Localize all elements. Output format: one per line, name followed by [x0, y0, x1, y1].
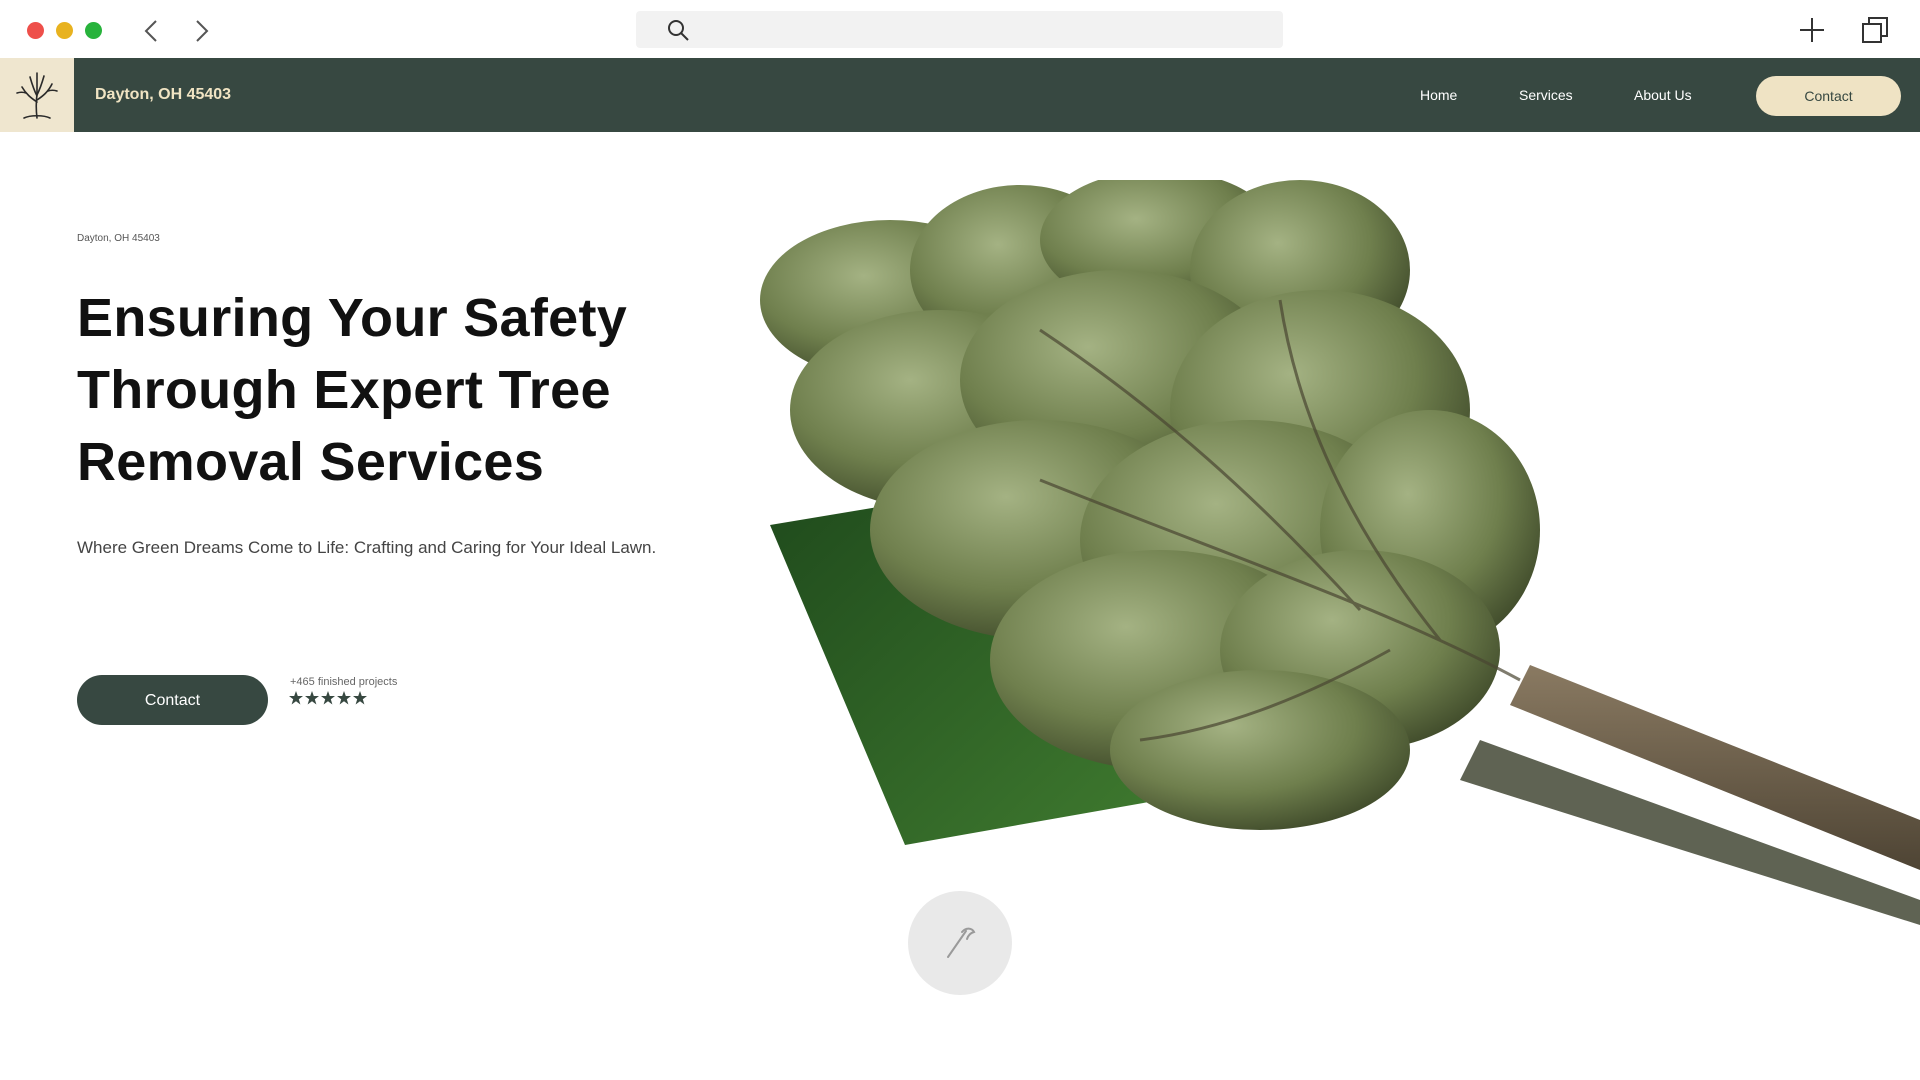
address-bar[interactable]: [636, 11, 1283, 48]
tab-overview-icon[interactable]: [1860, 15, 1890, 45]
axe-button[interactable]: [908, 891, 1012, 995]
star-icon: [337, 691, 351, 705]
site-header: Dayton, OH 45403 Home Services About Us …: [0, 58, 1920, 132]
star-icon: [353, 691, 367, 705]
hero-contact-button[interactable]: Contact: [77, 675, 268, 725]
nav-home[interactable]: Home: [1420, 58, 1457, 132]
star-icon: [289, 691, 303, 705]
tree-logo-icon: [16, 72, 58, 119]
back-arrow-icon[interactable]: [137, 16, 167, 46]
logo[interactable]: [0, 58, 74, 132]
browser-chrome: [0, 0, 1920, 58]
close-window-button[interactable]: [27, 22, 44, 39]
search-icon: [668, 20, 689, 41]
projects-count: +465 finished projects: [290, 676, 398, 688]
fallen-tree-illustration: [760, 180, 1920, 925]
maximize-window-button[interactable]: [85, 22, 102, 39]
hero-title: Ensuring Your Safety Through Expert Tree…: [77, 288, 628, 492]
axe-icon: [947, 927, 976, 958]
rating-stars: [289, 691, 367, 705]
nav-services[interactable]: Services: [1519, 58, 1573, 132]
forward-arrow-icon[interactable]: [186, 16, 216, 46]
new-tab-icon[interactable]: [1797, 15, 1827, 45]
nav-about-us[interactable]: About Us: [1634, 58, 1692, 132]
star-icon: [321, 691, 335, 705]
hero-location: Dayton, OH 45403: [77, 233, 160, 244]
minimize-window-button[interactable]: [56, 22, 73, 39]
brand-location[interactable]: Dayton, OH 45403: [95, 58, 231, 132]
header-contact-button[interactable]: Contact: [1756, 76, 1901, 116]
star-icon: [305, 691, 319, 705]
hero-subtitle: Where Green Dreams Come to Life: Craftin…: [77, 538, 657, 557]
